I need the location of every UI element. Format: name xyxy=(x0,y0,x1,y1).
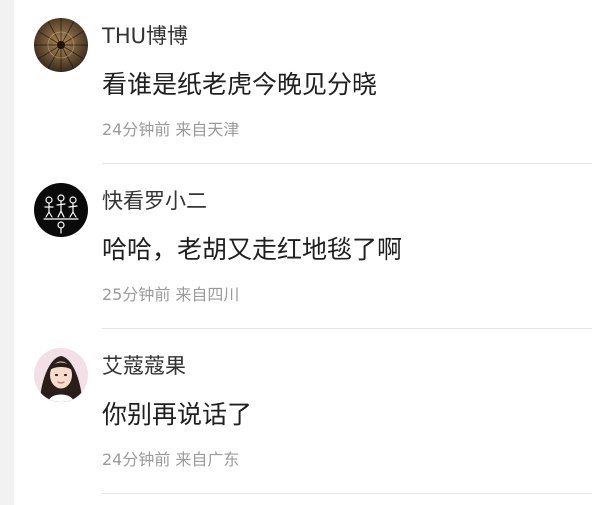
comment-username[interactable]: 快看罗小二 xyxy=(102,187,207,215)
comment-list-page: THU博博 看谁是纸老虎今晚见分晓 24分钟前 来自天津 快看罗小二 哈哈，老胡… xyxy=(0,0,592,505)
portrait-photo-avatar-icon[interactable] xyxy=(34,348,88,402)
comment-username[interactable]: THU博博 xyxy=(102,22,188,50)
comment-meta: 24分钟前 来自天津 xyxy=(102,119,239,141)
comment-time: 24分钟前 xyxy=(102,120,171,139)
comment-item: 快看罗小二 哈哈，老胡又走红地毯了啊 25分钟前 来自四川 xyxy=(0,165,592,330)
figures-doodle-avatar-icon[interactable] xyxy=(34,183,88,237)
comment-text: 看谁是纸老虎今晚见分晓 xyxy=(102,70,378,99)
comment-location: 来自四川 xyxy=(175,285,240,304)
comment-item: 艾蔻蔻果 你别再说话了 24分钟前 来自广东 xyxy=(0,330,592,495)
comment-divider xyxy=(102,493,592,494)
comment-time: 24分钟前 xyxy=(102,450,171,469)
comment-time: 25分钟前 xyxy=(102,285,171,304)
comment-location: 来自天津 xyxy=(175,120,240,139)
comment-divider xyxy=(102,328,592,329)
comment-text: 你别再说话了 xyxy=(102,400,253,429)
comment-location: 来自广东 xyxy=(175,450,240,469)
comment-username[interactable]: 艾蔻蔻果 xyxy=(102,352,186,380)
comment-meta: 25分钟前 来自四川 xyxy=(102,284,239,306)
comment-item: THU博博 看谁是纸老虎今晚见分晓 24分钟前 来自天津 xyxy=(0,0,592,165)
umbrella-dome-avatar-icon[interactable] xyxy=(34,18,88,72)
comment-meta: 24分钟前 来自广东 xyxy=(102,449,239,471)
comment-text: 哈哈，老胡又走红地毯了啊 xyxy=(102,235,403,264)
comment-divider xyxy=(102,163,592,164)
